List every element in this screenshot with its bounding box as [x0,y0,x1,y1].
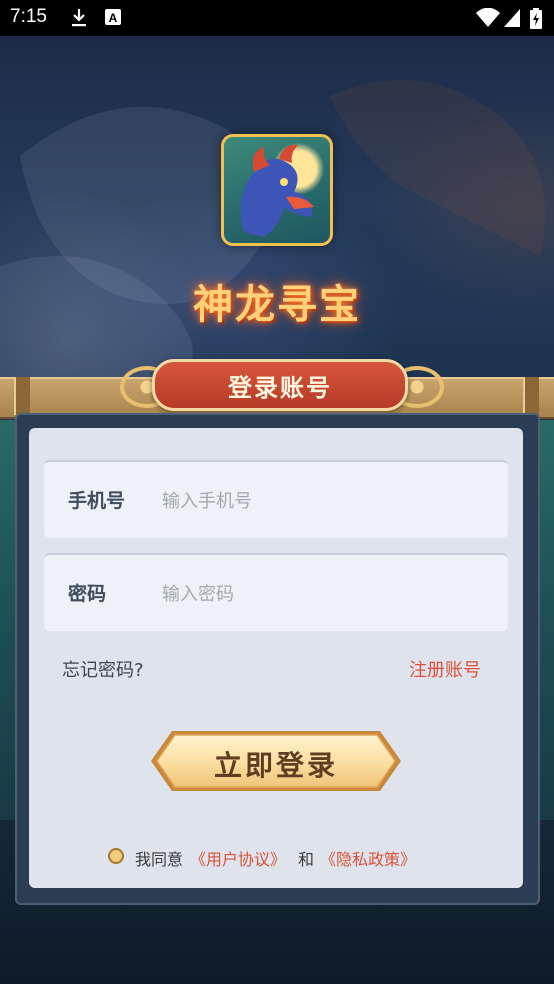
battery-charging-icon [529,8,543,34]
password-input[interactable] [160,573,484,615]
password-field[interactable]: 密码 [44,553,508,631]
login-button[interactable]: 立即登录 [150,730,402,792]
login-button-label: 立即登录 [213,749,338,782]
app-title: 神龙寻宝 [193,281,361,328]
phone-field[interactable]: 手机号 [44,460,508,538]
banner-post-right [523,377,539,415]
a-notification-icon: A [104,8,122,30]
banner-title: 登录账号 [228,373,332,402]
dragon-app-icon [221,134,333,246]
svg-text:A: A [109,11,118,25]
signal-icon [503,8,521,32]
agreement-prefix: 我同意 [135,850,184,869]
status-time: 7:15 [10,6,47,27]
privacy-link[interactable]: 《隐私政策》 [320,846,416,870]
forgot-password-link[interactable]: 忘记密码? [62,656,144,682]
wifi-icon [476,7,500,32]
terms-link[interactable]: 《用户协议》 [190,846,286,870]
register-link[interactable]: 注册账号 [409,656,481,682]
status-bar: 7:15 A [0,0,554,36]
banner-plate: 登录账号 [152,359,408,411]
banner-post-left [14,377,30,415]
password-label: 密码 [68,583,107,605]
phone-label: 手机号 [68,490,126,512]
download-icon [70,8,88,32]
agreement-and: 和 [298,850,315,869]
phone-input[interactable] [160,480,484,522]
agreement-checkbox[interactable] [108,848,124,864]
